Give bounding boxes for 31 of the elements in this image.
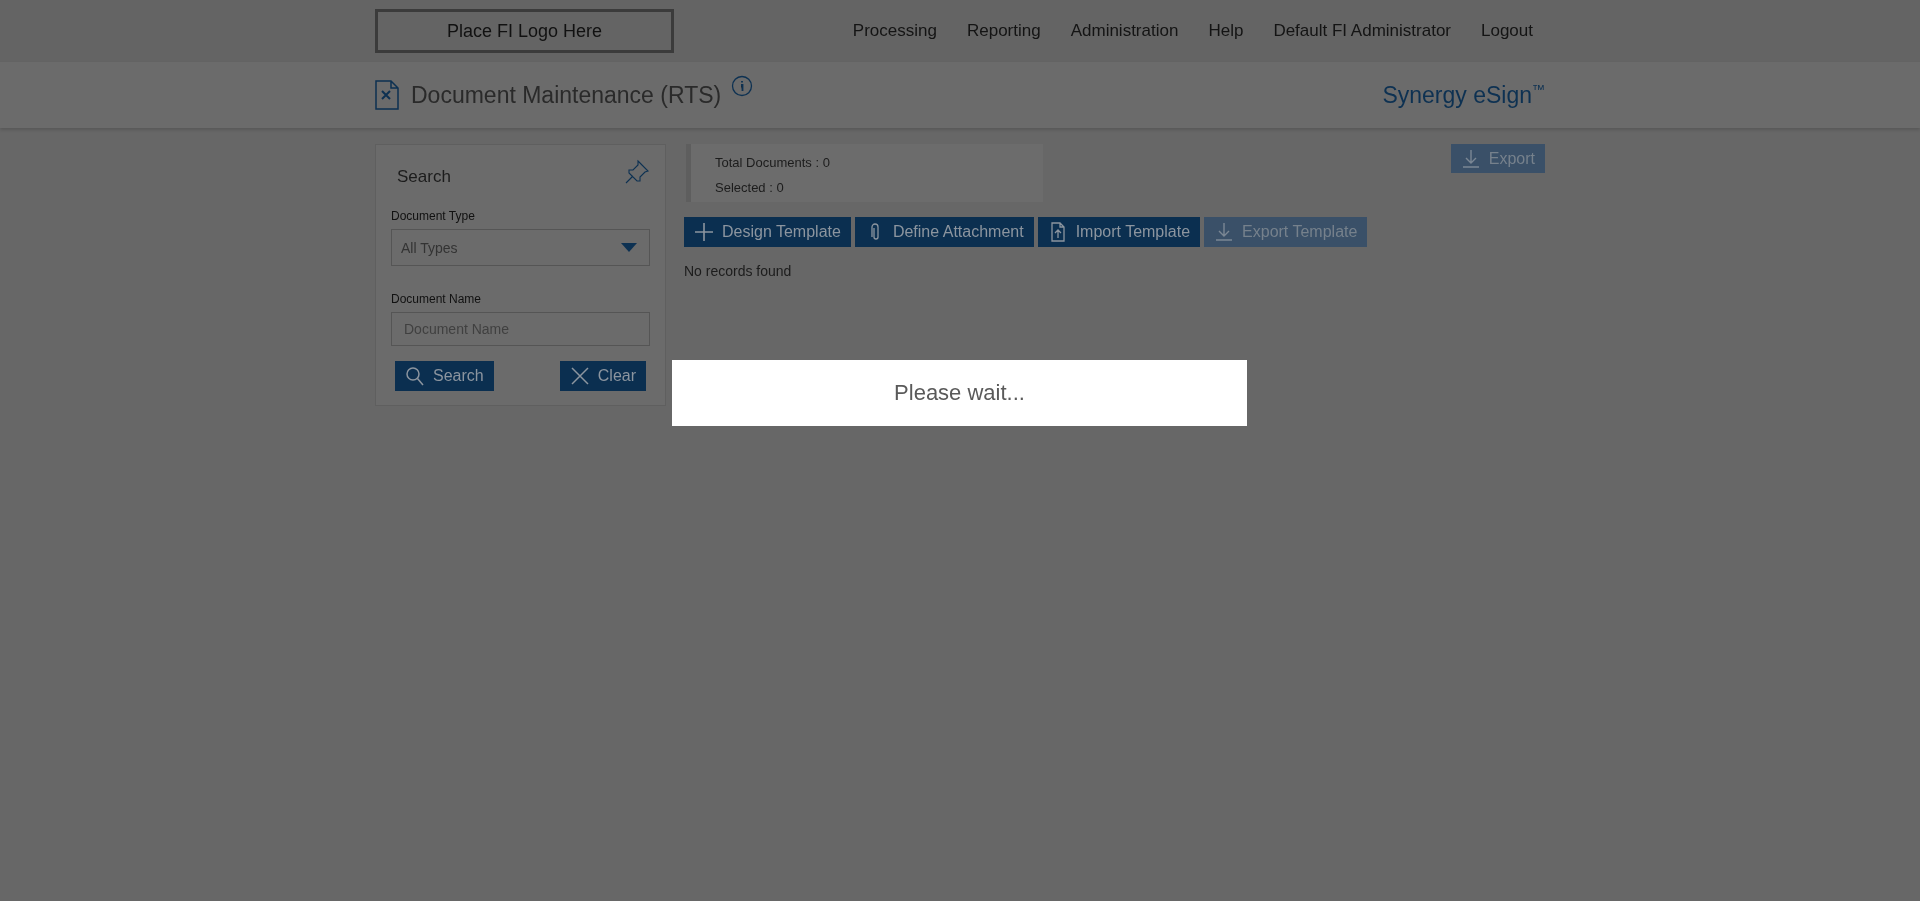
close-icon: [569, 366, 590, 386]
field-label: Document Name: [391, 292, 483, 306]
toolbar-button[interactable]: Define Attachment: [854, 217, 1034, 247]
empty-message: No records found: [684, 263, 793, 279]
page-title: Document Maintenance (RTS): [411, 81, 722, 109]
nav-link[interactable]: Default FI Administrator: [1273, 21, 1451, 41]
nav-link[interactable]: Help: [1208, 21, 1244, 41]
info-icon[interactable]: [731, 75, 754, 97]
field-label: Document Type: [391, 209, 476, 223]
nav-link[interactable]: Logout: [1481, 21, 1533, 41]
document-icon: [375, 80, 399, 110]
logo-placeholder-text: Place FI Logo Here: [446, 20, 603, 42]
search-button[interactable]: Search: [395, 361, 494, 391]
brand-name: Synergy eSign$^{™}$: [1382, 81, 1545, 109]
type-dropdown[interactable]: All Types: [391, 229, 650, 266]
nav-link[interactable]: Processing: [852, 21, 937, 41]
plus-icon: [694, 222, 714, 242]
total-documents-text: Total Documents : 0: [715, 154, 831, 172]
download-icon: [1214, 222, 1235, 242]
toolbar-button[interactable]: Import Template: [1037, 217, 1201, 247]
selected-count-text: Selected : 0: [715, 179, 785, 197]
toolbar-button[interactable]: Design Template: [684, 217, 851, 247]
panel-title: Search: [397, 167, 451, 187]
dropdown-arrow-icon: [621, 243, 637, 252]
nav-link[interactable]: Reporting: [966, 21, 1041, 41]
nav-link[interactable]: Administration: [1070, 21, 1179, 41]
wait-message: Please wait...: [894, 380, 1025, 406]
clear-button[interactable]: Clear: [559, 361, 646, 391]
download-icon: [1460, 148, 1481, 169]
pushpin-icon[interactable]: [624, 159, 650, 185]
search-icon: [405, 366, 425, 386]
